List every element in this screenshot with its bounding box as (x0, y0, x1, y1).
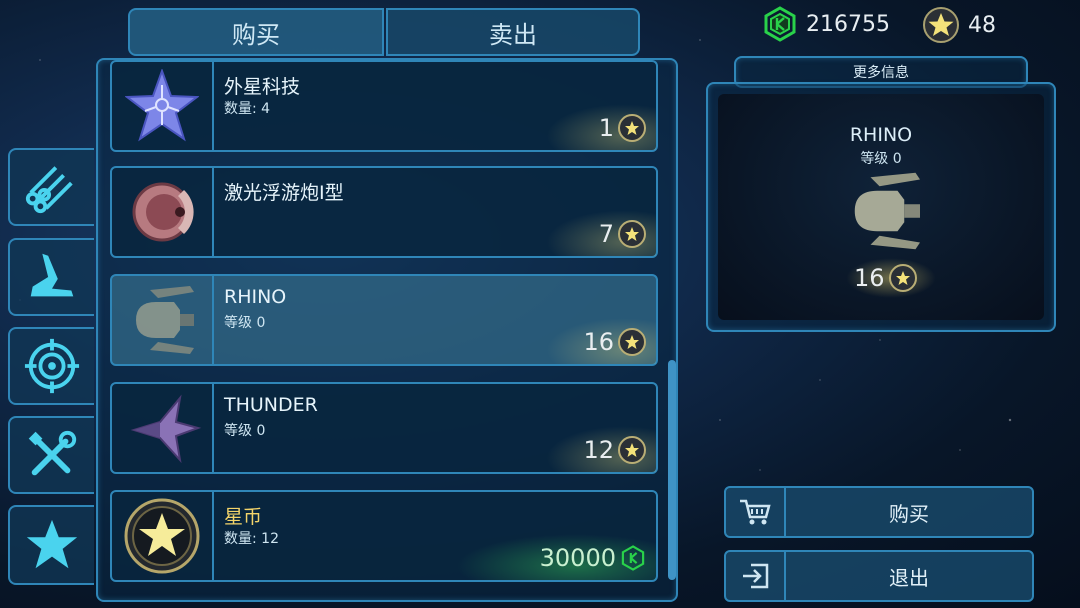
item-level: 等级 0 (224, 423, 266, 439)
gem-icon (621, 545, 645, 571)
item-price: 1 (546, 104, 656, 150)
alien-tech-icon (125, 69, 199, 142)
star-icon (26, 519, 78, 569)
price-value: 30000 (539, 544, 616, 572)
star-coin-icon (124, 498, 200, 574)
item-price: 12 (546, 426, 656, 472)
buy-button[interactable]: 购买 (724, 486, 1034, 538)
item-name: RHINO (224, 286, 287, 308)
list-scrollbar[interactable] (668, 360, 676, 580)
price-value: 16 (583, 328, 614, 356)
item-level: 等级 0 (224, 315, 266, 331)
category-tools[interactable] (8, 416, 94, 494)
rhino-ship-icon (136, 286, 194, 354)
item-thumbnail (112, 492, 214, 580)
gem-icon (764, 6, 796, 42)
pipes-icon (25, 166, 73, 214)
tools-icon (28, 430, 77, 476)
price-value: 12 (583, 436, 614, 464)
rhino-ship-icon (854, 172, 920, 250)
thunder-ship-icon (130, 394, 202, 464)
tab-buy[interactable]: 购买 (128, 8, 384, 56)
tab-sell[interactable]: 卖出 (386, 8, 640, 56)
category-special[interactable] (8, 505, 94, 585)
claw-icon (30, 253, 74, 297)
category-drones[interactable] (8, 238, 94, 316)
price-value: 7 (598, 220, 614, 248)
cart-icon (726, 488, 786, 536)
price-value: 1 (598, 114, 614, 142)
item-name: 星币 (224, 506, 263, 528)
star-coin-icon (923, 7, 959, 43)
buy-button-label: 购买 (889, 501, 929, 526)
item-thumbnail (112, 62, 214, 150)
star-coin-icon (888, 264, 917, 292)
info-panel: RHINO 等级 0 16 (706, 82, 1056, 332)
info-viewport: RHINO 等级 0 16 (718, 94, 1044, 320)
item-price: 7 (546, 210, 656, 256)
list-item-selected[interactable]: RHINO 等级 0 16 (110, 274, 658, 366)
gem-balance: 216755 (762, 6, 890, 42)
info-price: 16 (854, 264, 917, 292)
exit-icon (726, 552, 786, 600)
item-name: 激光浮游炮I型 (224, 182, 344, 204)
exit-button[interactable]: 退出 (724, 550, 1034, 602)
item-quantity: 数量: 4 (224, 101, 271, 117)
item-thumbnail (112, 276, 214, 364)
list-item[interactable]: 激光浮游炮I型 7 (110, 166, 658, 258)
star-coin-icon (618, 436, 646, 464)
item-quantity: 数量: 12 (224, 531, 279, 547)
list-item[interactable]: 外星科技 数量: 4 1 (110, 60, 658, 152)
star-coin-icon (618, 328, 646, 356)
info-ship-name: RHINO (849, 124, 913, 146)
exit-button-label: 退出 (889, 565, 929, 590)
laser-drone-icon (132, 182, 194, 242)
item-name: 外星科技 (224, 76, 301, 98)
item-price: 16 (546, 318, 656, 364)
info-header-label: 更多信息 (853, 65, 909, 81)
star-coin-icon (618, 114, 646, 142)
star-coin-icon (618, 220, 646, 248)
list-item[interactable]: 星币 数量: 12 30000 (110, 490, 658, 582)
list-item[interactable]: THUNDER 等级 0 12 (110, 382, 658, 474)
category-weapons[interactable] (8, 148, 94, 226)
item-thumbnail (112, 168, 214, 256)
item-name: THUNDER (224, 394, 318, 416)
item-thumbnail (112, 384, 214, 472)
item-price: 30000 (456, 534, 656, 580)
gem-count: 216755 (806, 11, 890, 37)
category-targeting[interactable] (8, 327, 94, 405)
star-count: 48 (968, 12, 996, 38)
star-balance: 48 (922, 6, 996, 44)
info-ship-level: 等级 0 (860, 151, 902, 167)
info-price-value: 16 (854, 264, 885, 292)
target-icon (24, 338, 80, 394)
